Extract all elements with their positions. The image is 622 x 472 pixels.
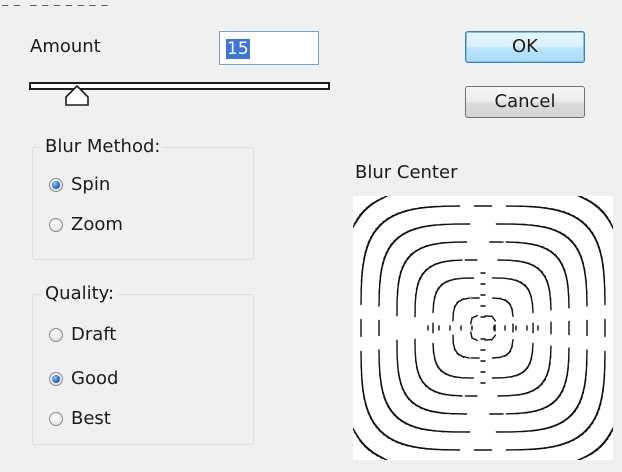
- radio-draft-indicator[interactable]: [49, 327, 63, 342]
- blur-dash: [452, 277, 464, 281]
- radio-best-label: Best: [71, 408, 111, 429]
- blur-dash: [449, 259, 463, 262]
- blur-dash: [438, 223, 456, 226]
- radio-zoom-label: Zoom: [71, 214, 123, 235]
- radio-good-label: Good: [71, 368, 119, 389]
- blur-dash: [508, 393, 521, 397]
- radio-zoom[interactable]: Zoom: [49, 214, 123, 235]
- blur-dash: [549, 297, 552, 311]
- blur-dash: [414, 350, 417, 364]
- blur-dash: [440, 241, 456, 244]
- radio-good-indicator[interactable]: [49, 371, 63, 386]
- blur-dash: [502, 375, 514, 379]
- cancel-button[interactable]: Cancel: [465, 86, 585, 118]
- radio-spin-indicator[interactable]: [49, 177, 63, 192]
- radio-zoom-indicator[interactable]: [49, 217, 63, 232]
- blur-center-label: Blur Center: [355, 162, 458, 183]
- blur-method-group: Blur Method:: [32, 138, 254, 260]
- blur-dash: [470, 331, 473, 339]
- blur-dash: [490, 334, 497, 341]
- blur-dash: [605, 214, 613, 230]
- radio-spin-label: Spin: [71, 174, 111, 195]
- radio-best[interactable]: Best: [49, 408, 111, 429]
- amount-label: Amount: [30, 36, 101, 57]
- blur-dash: [471, 314, 479, 319]
- radio-good[interactable]: Good: [49, 368, 118, 389]
- window-edge: _ _ _ _ _ _ _ _ _: [0, 0, 622, 6]
- blur-dash: [461, 297, 471, 301]
- blur-dash: [576, 452, 594, 460]
- blur-dash: [432, 342, 435, 354]
- blur-center-preview[interactable]: [353, 196, 613, 460]
- blur-dash: [452, 312, 455, 322]
- blur-dash: [469, 317, 473, 325]
- blur-dash: [396, 353, 399, 369]
- blur-method-legend: Blur Method:: [45, 136, 161, 157]
- radio-best-indicator[interactable]: [49, 411, 63, 426]
- blur-dash: [353, 427, 363, 445]
- ok-button[interactable]: OK: [465, 31, 585, 63]
- amount-slider-thumb[interactable]: [64, 85, 90, 107]
- amount-value: 15: [226, 39, 250, 59]
- blur-dash: [370, 196, 388, 206]
- blur-dash: [505, 412, 521, 415]
- blur-dash: [491, 356, 502, 359]
- blur-dash: [490, 315, 497, 322]
- quality-legend: Quality:: [45, 283, 115, 304]
- radio-draft[interactable]: Draft: [49, 324, 116, 345]
- blur-dash: [510, 430, 528, 433]
- radio-draft-label: Draft: [71, 324, 117, 345]
- amount-input[interactable]: 15: [219, 31, 319, 65]
- radio-spin[interactable]: Spin: [49, 174, 110, 195]
- blur-dash: [531, 302, 534, 314]
